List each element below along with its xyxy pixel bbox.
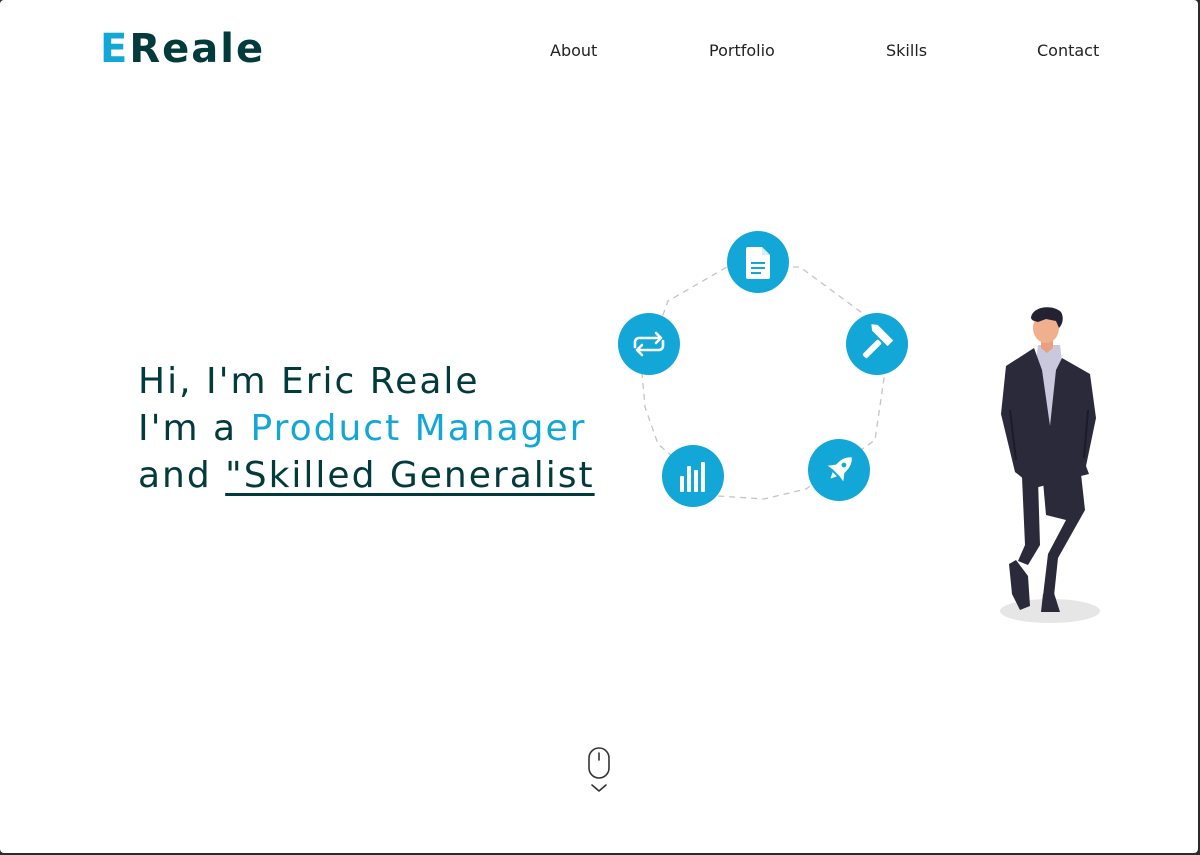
businessman-illustration bbox=[1000, 307, 1100, 623]
mouse-scroll-icon[interactable] bbox=[586, 746, 612, 798]
hero-generalist-line: and "Skilled Generalist bbox=[138, 452, 598, 499]
hero-greeting: Hi, I'm Eric Reale bbox=[138, 361, 480, 402]
hero-generalist-prefix: and bbox=[138, 455, 226, 496]
product-cycle-illustration bbox=[618, 231, 908, 507]
hero-role-prefix: I'm a bbox=[138, 408, 251, 449]
nav-about[interactable]: About bbox=[550, 40, 597, 62]
nav-portfolio[interactable]: Portfolio bbox=[709, 40, 775, 62]
nav-skills[interactable]: Skills bbox=[886, 40, 927, 62]
logo-first-letter: E bbox=[100, 26, 130, 72]
hero-generalist: "Skilled Generalist bbox=[225, 455, 595, 496]
rocket-icon bbox=[808, 439, 870, 501]
document-icon bbox=[727, 231, 789, 293]
hero-role: Product Manager bbox=[250, 408, 587, 449]
logo[interactable]: EReale bbox=[100, 26, 265, 72]
hammer-icon bbox=[846, 313, 908, 375]
page: EReale About Portfolio Skills Contact Hi… bbox=[0, 0, 1198, 853]
bar-chart-icon bbox=[662, 445, 724, 507]
repeat-icon bbox=[618, 313, 680, 375]
nav-contact[interactable]: Contact bbox=[1037, 40, 1099, 62]
hero-role-line: I'm a Product Manager bbox=[138, 405, 598, 452]
logo-rest: Reale bbox=[129, 26, 266, 72]
hero-heading: Hi, I'm Eric Reale I'm a Product Manager… bbox=[138, 358, 598, 499]
